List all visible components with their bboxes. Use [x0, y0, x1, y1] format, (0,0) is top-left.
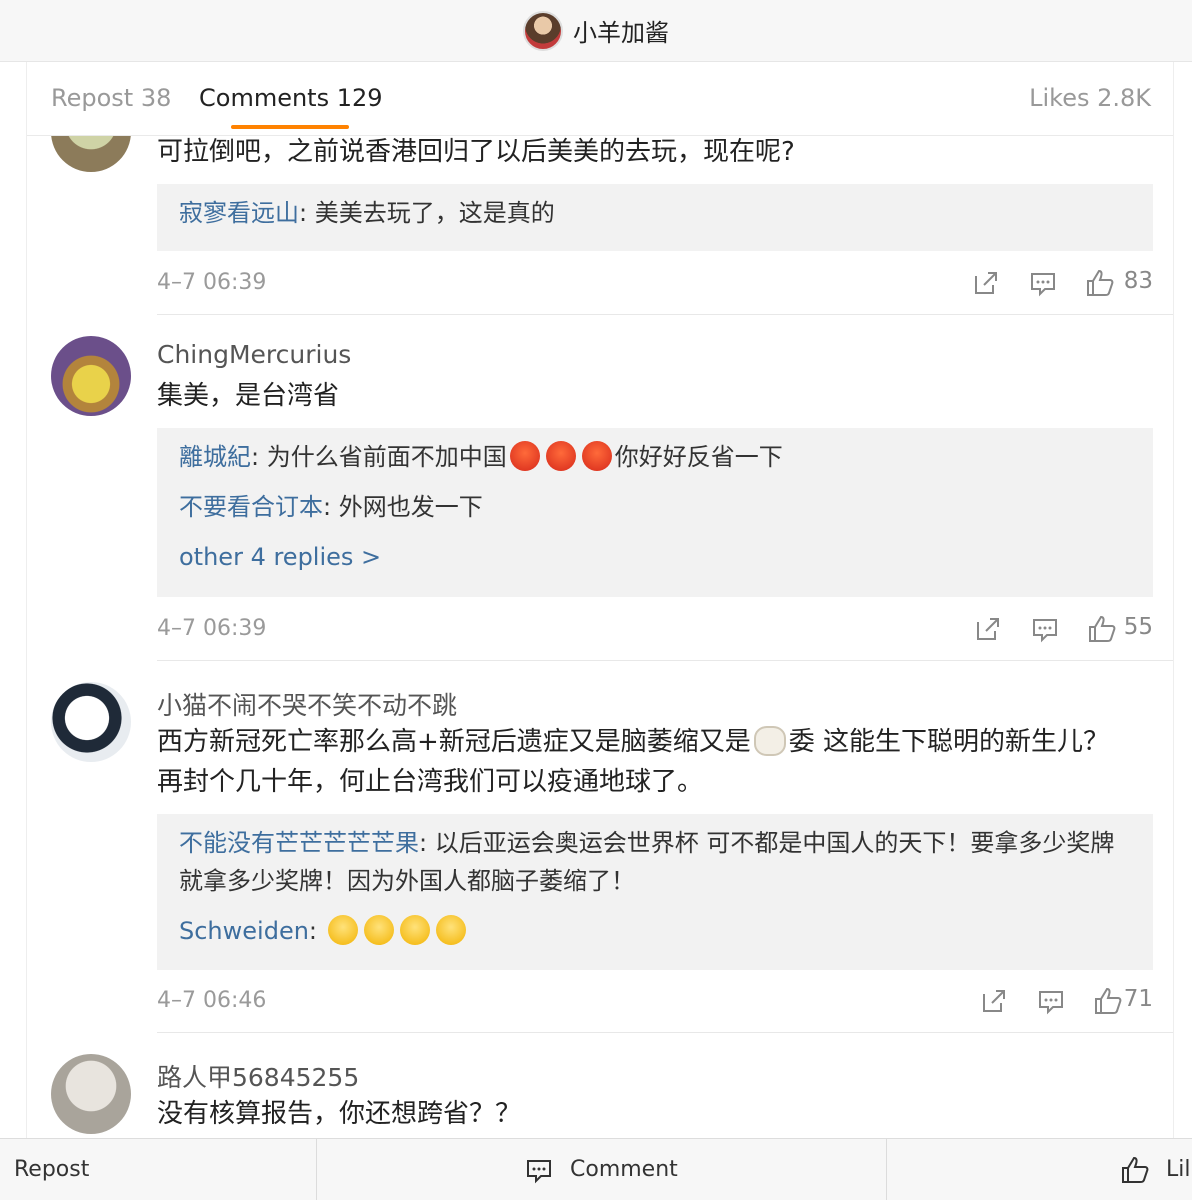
comment-username[interactable]: 路人甲56845255 — [157, 1058, 359, 1094]
comment-time: 4–7 06:46 — [157, 988, 267, 1013]
like-count: 83 — [1123, 268, 1153, 294]
account-avatar[interactable] — [523, 10, 563, 51]
angry-emoji-icon — [581, 441, 612, 471]
reply-item[interactable]: Schweiden: — [179, 912, 1131, 950]
weibo-card: Repost 38 Comments 129 Likes 2.8K 可拉倒吧，之… — [26, 62, 1174, 1200]
more-replies-link[interactable]: other 4 replies > — [179, 538, 1131, 576]
reply-box[interactable]: 寂寥看远山: 美美去玩了，这是真的 — [157, 184, 1153, 251]
comment-text: 西方新冠死亡率那么高+新冠后遗症又是脑萎缩又是委 这能生下聪明的新生儿？再封个几… — [157, 726, 1110, 797]
laugh-cry-emoji-icon — [327, 915, 358, 945]
reply-username[interactable]: 寂寥看远山 — [179, 199, 299, 227]
comment-text: 可拉倒吧，之前说香港回归了以后美美的去玩，现在呢? — [157, 137, 795, 167]
thumbs-up-icon[interactable] — [1085, 268, 1115, 298]
share-icon[interactable] — [971, 268, 1001, 298]
user-avatar[interactable] — [51, 682, 131, 762]
comment-username[interactable]: 小猫不闹不哭不笑不动不跳 — [157, 686, 457, 722]
comment-text: 没有核算报告，你还想跨省？？ — [157, 1099, 522, 1129]
like-count: 55 — [1123, 614, 1153, 640]
comment-text: 集美，是台湾省 — [157, 381, 340, 411]
divider — [316, 1139, 317, 1200]
tab-repost[interactable]: Repost 38 — [51, 84, 171, 112]
comment-footer: 4–7 06:39 55 — [157, 610, 1153, 650]
reply-text: 美美去玩了，这是真的 — [314, 199, 555, 227]
sheep-emoji-icon — [753, 726, 786, 756]
comment-username[interactable]: ChingMercurius — [157, 340, 351, 369]
angry-emoji-icon — [545, 441, 576, 471]
thumbs-up-icon[interactable] — [1093, 986, 1123, 1016]
user-avatar[interactable] — [51, 336, 131, 416]
thumbs-up-icon[interactable] — [1120, 1155, 1150, 1185]
reply-item[interactable]: 寂寥看远山: 美美去玩了，这是真的 — [179, 194, 1131, 232]
divider — [157, 314, 1173, 315]
reply-box[interactable]: 不能没有芒芒芒芒芒果: 以后亚运会奥运会世界杯 可不都是中国人的天下！要拿多少奖… — [157, 814, 1153, 970]
comment-time: 4–7 06:39 — [157, 270, 267, 295]
reply-text: 你好好反省一下 — [614, 443, 783, 471]
tab-likes[interactable]: Likes 2.8K — [1029, 84, 1151, 112]
tab-bar: Repost 38 Comments 129 Likes 2.8K — [27, 62, 1173, 136]
reply-box[interactable]: 離城紀: 为什么省前面不加中国 你好好反省一下 不要看合订本: 外网也发一下 ot… — [157, 428, 1153, 597]
divider — [157, 660, 1173, 661]
account-name[interactable]: 小羊加酱 — [573, 13, 669, 48]
comment-icon[interactable] — [524, 1155, 554, 1185]
laugh-cry-emoji-icon — [363, 915, 394, 945]
comment-footer: 4–7 06:39 83 — [157, 264, 1153, 304]
like-count: 71 — [1123, 986, 1153, 1012]
reply-item[interactable]: 離城紀: 为什么省前面不加中国 你好好反省一下 — [179, 438, 1131, 476]
laugh-cry-emoji-icon — [435, 915, 466, 945]
like-button[interactable]: Lil — [1166, 1157, 1190, 1182]
bottom-action-bar: Repost Comment Lil — [0, 1138, 1192, 1200]
reply-username[interactable]: 離城紀 — [179, 443, 251, 471]
reply-username[interactable]: Schweiden — [179, 917, 309, 945]
laugh-cry-emoji-icon — [399, 915, 430, 945]
comment-icon[interactable] — [1028, 268, 1058, 298]
reply-username[interactable]: 不能没有芒芒芒芒芒果 — [179, 829, 419, 857]
comment-button[interactable]: Comment — [570, 1157, 678, 1182]
reply-text: 为什么省前面不加中国 — [266, 443, 507, 471]
reply-text: 外网也发一下 — [338, 493, 483, 521]
user-avatar[interactable] — [51, 1054, 131, 1134]
top-bar: 小羊加酱 — [0, 0, 1192, 62]
divider — [157, 1032, 1173, 1033]
reply-username[interactable]: 不要看合订本 — [179, 493, 323, 521]
angry-emoji-icon — [509, 441, 540, 471]
reply-item[interactable]: 不能没有芒芒芒芒芒果: 以后亚运会奥运会世界杯 可不都是中国人的天下！要拿多少奖… — [179, 824, 1131, 900]
divider — [886, 1139, 887, 1200]
share-icon[interactable] — [973, 614, 1003, 644]
comment-icon[interactable] — [1030, 614, 1060, 644]
reply-item[interactable]: 不要看合订本: 外网也发一下 — [179, 488, 1131, 526]
comment-icon[interactable] — [1036, 986, 1066, 1016]
repost-button[interactable]: Repost — [14, 1157, 89, 1182]
thumbs-up-icon[interactable] — [1087, 614, 1117, 644]
comment-time: 4–7 06:39 — [157, 616, 267, 641]
share-icon[interactable] — [979, 986, 1009, 1016]
comment-footer: 4–7 06:46 71 — [157, 982, 1153, 1022]
tab-comments[interactable]: Comments 129 — [199, 84, 383, 112]
active-tab-indicator — [231, 125, 349, 129]
